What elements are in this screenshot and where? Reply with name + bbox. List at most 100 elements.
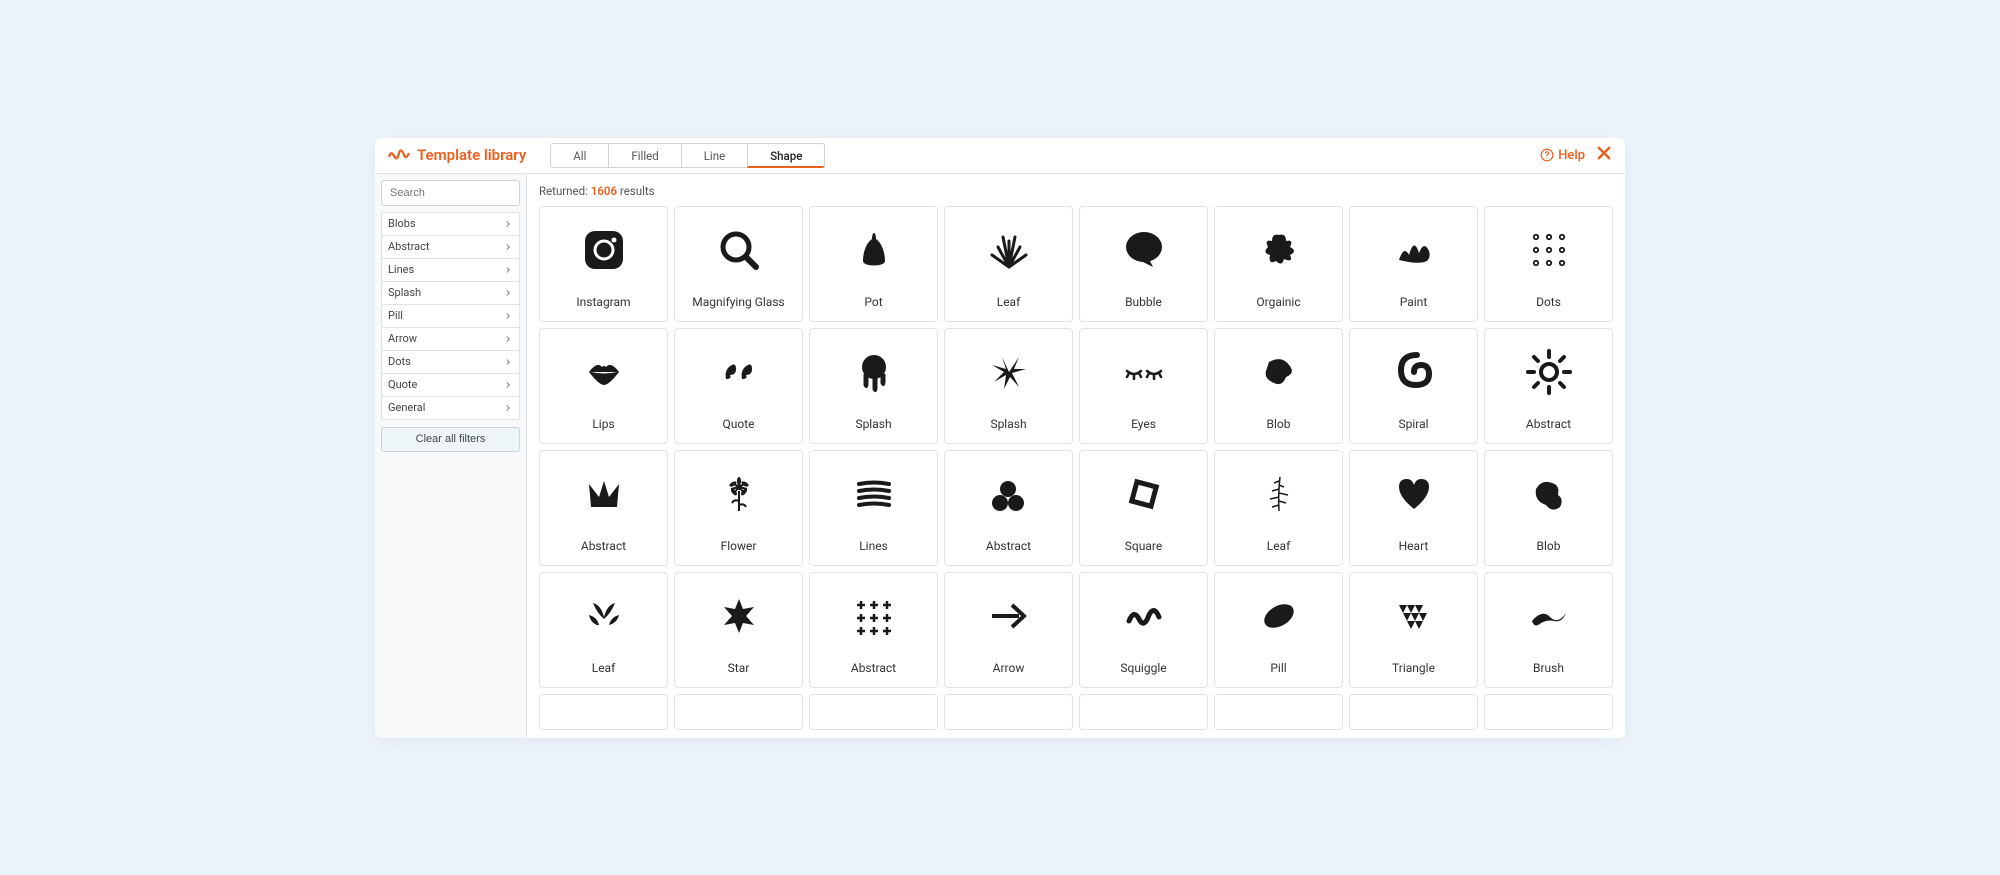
template-card[interactable]: Pill (1214, 572, 1343, 688)
template-card[interactable]: Abstract (944, 450, 1073, 566)
template-card[interactable]: Orgainic (1214, 206, 1343, 322)
filter-lines[interactable]: Lines (381, 258, 520, 282)
filter-arrow[interactable]: Arrow (381, 327, 520, 351)
card-label: Magnifying Glass (692, 285, 784, 321)
template-card[interactable] (674, 694, 803, 730)
filter-pill[interactable]: Pill (381, 304, 520, 328)
card-label: Arrow (993, 651, 1025, 687)
card-label: Pot (864, 285, 882, 321)
template-card[interactable]: Blob (1484, 450, 1613, 566)
template-card[interactable]: Magnifying Glass (674, 206, 803, 322)
square-icon (1080, 451, 1207, 529)
template-card[interactable] (1484, 694, 1613, 730)
help-icon (1540, 148, 1554, 162)
card-label: Splash (990, 407, 1026, 443)
filter-label: Splash (388, 286, 421, 299)
filter-blobs[interactable]: Blobs (381, 212, 520, 236)
arrow-icon (945, 573, 1072, 651)
card-label: Quote (722, 407, 754, 443)
template-card[interactable]: Instagram (539, 206, 668, 322)
search-input[interactable] (381, 180, 520, 206)
template-card[interactable]: Leaf (539, 572, 668, 688)
template-card[interactable]: Leaf (944, 206, 1073, 322)
template-card[interactable]: Lines (809, 450, 938, 566)
template-card[interactable]: Triangle (1349, 572, 1478, 688)
card-label: Dots (1536, 285, 1561, 321)
card-label: Paint (1400, 285, 1428, 321)
filter-quote[interactable]: Quote (381, 373, 520, 397)
template-card[interactable]: Arrow (944, 572, 1073, 688)
template-card[interactable]: Brush (1484, 572, 1613, 688)
template-card[interactable]: Splash (809, 328, 938, 444)
card-label: Bubble (1125, 285, 1162, 321)
card-label: Spiral (1398, 407, 1428, 443)
template-card[interactable]: Paint (1349, 206, 1478, 322)
tab-all[interactable]: All (550, 143, 609, 168)
fern-icon (1215, 451, 1342, 529)
template-card[interactable]: Abstract (539, 450, 668, 566)
card-label: Lines (859, 529, 888, 565)
chevron-right-icon (503, 334, 513, 344)
card-label: Abstract (986, 529, 1031, 565)
plusgrid-icon (810, 573, 937, 651)
template-card[interactable]: Blob (1214, 328, 1343, 444)
card-label: Leaf (1267, 529, 1291, 565)
template-card[interactable]: Quote (674, 328, 803, 444)
header: Template library AllFilledLineShape Help (375, 138, 1625, 174)
filter-label: Lines (388, 263, 414, 276)
filter-label: Quote (388, 378, 417, 391)
template-card[interactable]: Squiggle (1079, 572, 1208, 688)
template-card[interactable] (809, 694, 938, 730)
drip-icon (810, 329, 937, 407)
template-card[interactable] (1214, 694, 1343, 730)
card-label: Leaf (592, 651, 616, 687)
template-card[interactable] (944, 694, 1073, 730)
template-card[interactable]: Dots (1484, 206, 1613, 322)
filter-label: General (388, 401, 425, 414)
template-card[interactable]: Bubble (1079, 206, 1208, 322)
crown-icon (540, 451, 667, 529)
filter-general[interactable]: General (381, 396, 520, 420)
template-card[interactable]: Leaf (1214, 450, 1343, 566)
template-card[interactable] (539, 694, 668, 730)
chevron-right-icon (503, 380, 513, 390)
app-window: Template library AllFilledLineShape Help… (375, 138, 1625, 738)
logo: Template library (387, 143, 526, 167)
card-label: Abstract (581, 529, 626, 565)
template-card[interactable] (1349, 694, 1478, 730)
pebbles-icon (945, 451, 1072, 529)
tab-filled[interactable]: Filled (608, 143, 681, 168)
help-label: Help (1558, 148, 1585, 163)
pot-icon (810, 207, 937, 285)
close-button[interactable] (1595, 144, 1613, 166)
template-card[interactable]: Heart (1349, 450, 1478, 566)
pill-icon (1215, 573, 1342, 651)
filter-abstract[interactable]: Abstract (381, 235, 520, 259)
template-card[interactable]: Eyes (1079, 328, 1208, 444)
filter-splash[interactable]: Splash (381, 281, 520, 305)
chevron-right-icon (503, 403, 513, 413)
lips-icon (540, 329, 667, 407)
tab-shape[interactable]: Shape (747, 143, 825, 168)
template-card[interactable] (1079, 694, 1208, 730)
template-card[interactable]: Star (674, 572, 803, 688)
template-card[interactable]: Lips (539, 328, 668, 444)
squiggle-icon (1080, 573, 1207, 651)
card-label: Instagram (576, 285, 630, 321)
template-card[interactable]: Abstract (1484, 328, 1613, 444)
template-card[interactable]: Flower (674, 450, 803, 566)
card-label: Triangle (1392, 651, 1435, 687)
tab-line[interactable]: Line (681, 143, 748, 168)
template-card[interactable]: Splash (944, 328, 1073, 444)
result-count: Returned: 1606 results (539, 184, 1613, 198)
clear-filters-button[interactable]: Clear all filters (381, 427, 520, 452)
template-card[interactable]: Spiral (1349, 328, 1478, 444)
leaves-icon (540, 573, 667, 651)
template-card[interactable]: Pot (809, 206, 938, 322)
close-icon (1595, 144, 1613, 162)
template-card[interactable]: Square (1079, 450, 1208, 566)
help-link[interactable]: Help (1540, 148, 1585, 163)
filter-dots[interactable]: Dots (381, 350, 520, 374)
template-card[interactable]: Abstract (809, 572, 938, 688)
sun-icon (1485, 329, 1612, 407)
